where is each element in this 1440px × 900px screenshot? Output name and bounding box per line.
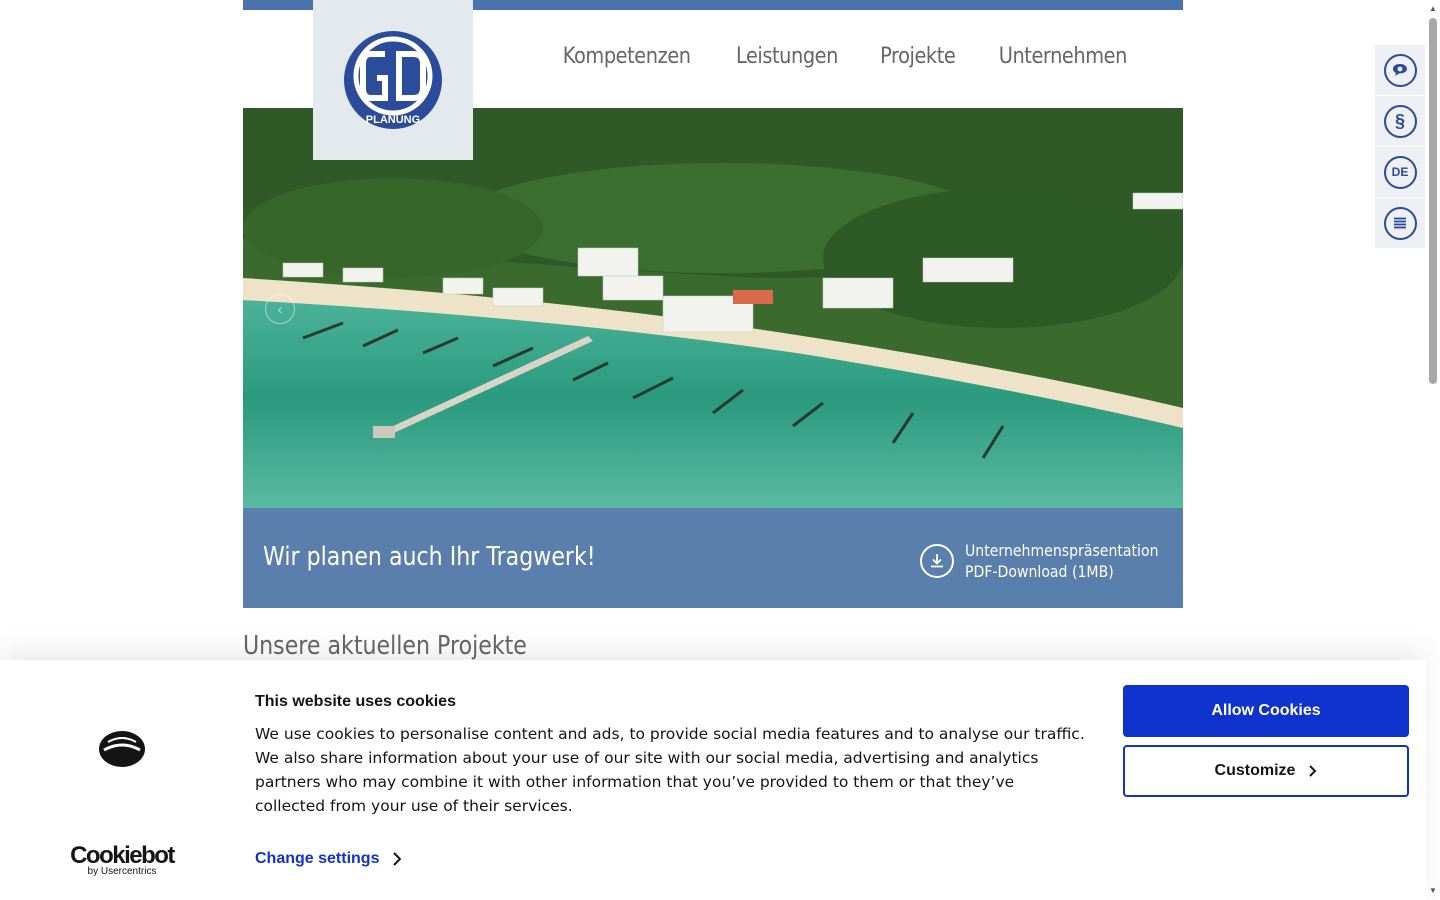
change-settings-link[interactable]: Change settings [255,850,402,868]
main-navigation: Kompetenzen Leistungen Projekte Unterneh… [554,44,1136,69]
language-icon: DE [1383,155,1417,189]
chat-icon [1383,53,1417,87]
nav-kompetenzen[interactable]: Kompetenzen [562,44,690,69]
hero-image [243,108,1183,508]
side-toolbar: § DE [1375,45,1425,249]
page-scrollbar[interactable]: ▲ ▼ [1426,0,1440,900]
legal-button[interactable]: § [1375,96,1425,147]
hero-banner: Wir planen auch Ihr Tragwerk! Unternehme… [243,508,1183,608]
scroll-thumb[interactable] [1429,18,1437,384]
nav-projekte[interactable]: Projekte [880,44,956,69]
hero-image-slider: ‹ [243,108,1183,508]
menu-icon [1383,206,1417,240]
scroll-up-icon[interactable]: ▲ [1429,4,1437,13]
scroll-down-icon[interactable]: ▼ [1429,886,1437,895]
chevron-left-icon: ‹ [277,301,283,317]
menu-button[interactable] [1375,198,1425,249]
cookie-description: We use cookies to personalise content an… [255,725,1085,815]
contact-button[interactable] [1375,45,1425,96]
cookie-heading: This website uses cookies [255,693,456,710]
slider-prev-button[interactable]: ‹ [265,294,295,324]
section-title: Unsere aktuellen Projekte [243,631,527,661]
company-logo[interactable]: PLANUNG [313,0,473,160]
allow-cookies-button[interactable]: Allow Cookies [1123,685,1409,737]
nav-unternehmen[interactable]: Unternehmen [999,44,1128,69]
cookiebot-logo: Cookiebot by Usercentrics [70,842,175,878]
logo-text: PLANUNG [366,114,420,126]
language-button[interactable]: DE [1375,147,1425,198]
chevron-right-icon [1309,765,1317,777]
pdf-download-link[interactable]: Unternehmenspräsentation PDF-Download (1… [920,540,1185,582]
download-title: Unternehmenspräsentation [965,541,1159,560]
chevron-right-icon [393,852,402,866]
banner-title: Wir planen auch Ihr Tragwerk! [263,542,596,572]
nav-leistungen[interactable]: Leistungen [736,44,838,69]
change-settings-label: Change settings [255,850,380,867]
cookiebot-icon [98,730,146,773]
cookie-consent-banner: Cookiebot by Usercentrics This website u… [0,660,1426,900]
customize-button[interactable]: Customize [1123,745,1409,797]
paragraph-icon: § [1383,104,1417,138]
customize-label: Customize [1214,762,1296,779]
download-icon [920,544,954,578]
download-subtitle: PDF-Download (1MB) [965,562,1114,581]
cookiebot-brand-name: Cookiebot [70,842,175,869]
logo-emblem: PLANUNG [344,31,442,129]
